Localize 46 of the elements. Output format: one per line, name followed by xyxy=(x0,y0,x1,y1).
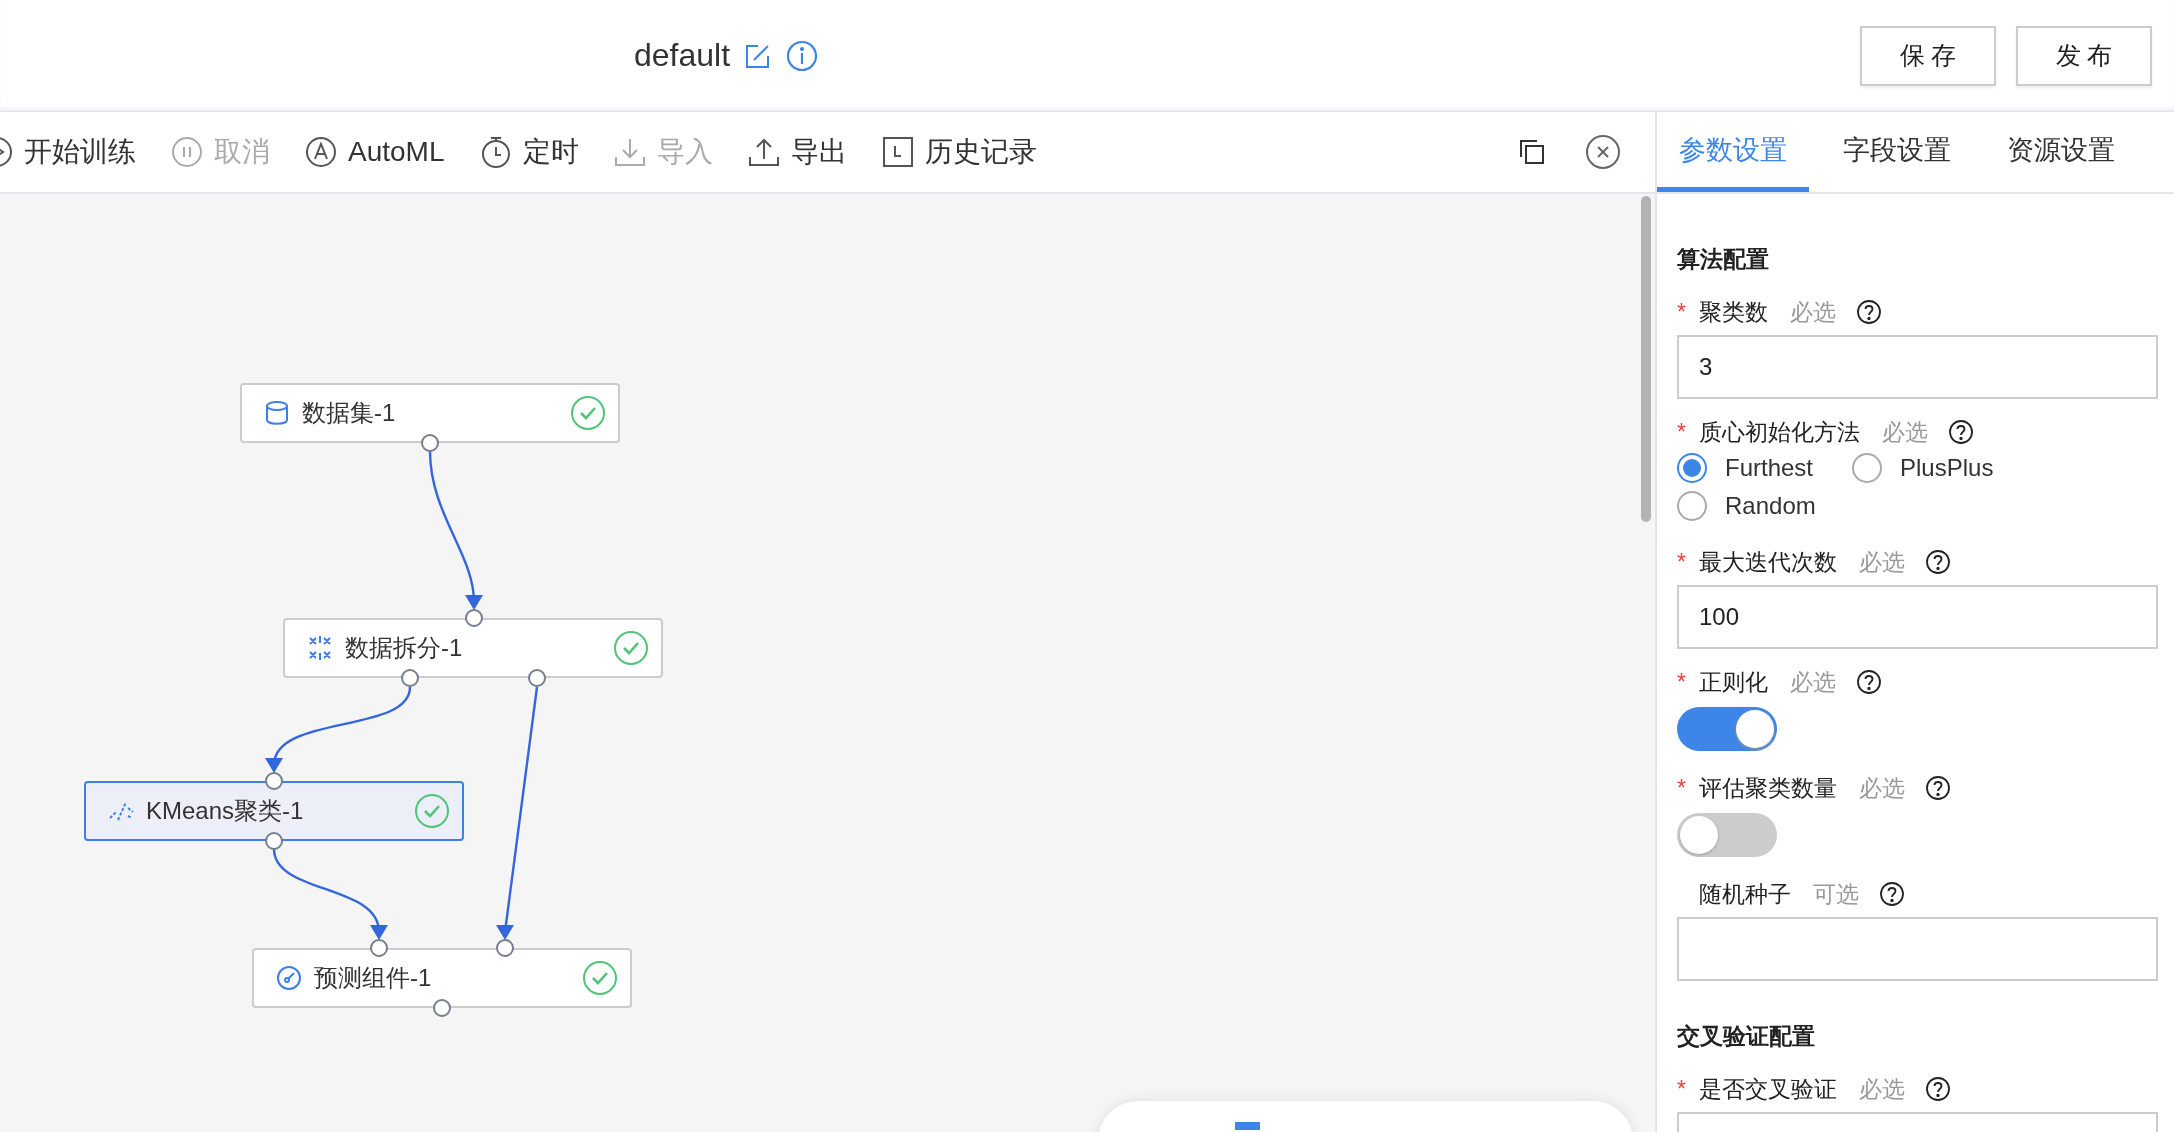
required-mark: * xyxy=(1677,668,1686,695)
node-label: 预测组件-1 xyxy=(314,963,433,993)
required-mark: * xyxy=(1677,418,1686,445)
panel-tab[interactable]: 字段设置 xyxy=(1821,112,1973,192)
panel-tab[interactable]: 资源设置 xyxy=(1985,112,2137,192)
node-label: 数据集-1 xyxy=(302,398,397,428)
field-label: 是否交叉验证 xyxy=(1699,1074,1837,1104)
toolbar-button[interactable]: 导出 xyxy=(746,133,847,171)
toolbar-button[interactable]: 定时 xyxy=(478,133,579,171)
field-hint: 可选 xyxy=(1813,879,1859,909)
page-title: default xyxy=(634,37,731,74)
flow-node[interactable]: KMeans聚类-1 xyxy=(84,781,464,841)
toolbar-button[interactable]: 开始训练 xyxy=(0,133,136,171)
field-label: 正则化 xyxy=(1699,667,1768,697)
flow-node[interactable]: 数据拆分-1 xyxy=(283,618,663,678)
field-hint: 必选 xyxy=(1859,1074,1905,1104)
required-mark: * xyxy=(1677,1075,1686,1102)
field-hint: 必选 xyxy=(1859,773,1905,803)
field-label: 最大迭代次数 xyxy=(1699,547,1837,577)
toolbar-button[interactable]: AutoML xyxy=(304,135,445,169)
required-mark: * xyxy=(1677,298,1686,325)
panel-tab[interactable]: 参数设置 xyxy=(1657,112,1809,192)
field-hint: 必选 xyxy=(1790,297,1836,327)
header-button[interactable]: 保 存 xyxy=(1860,25,1996,86)
field-hint: 必选 xyxy=(1790,667,1836,697)
radio-option[interactable]: PlusPlus xyxy=(1852,453,2027,483)
radio-option[interactable]: Random xyxy=(1677,491,1852,521)
input-field[interactable]: 100 xyxy=(1677,585,2158,649)
field-label: 随机种子 xyxy=(1699,879,1791,909)
required-mark: * xyxy=(1677,548,1686,575)
header-button[interactable]: 发 布 xyxy=(2016,25,2152,86)
field-hint: 必选 xyxy=(1859,547,1905,577)
node-label: KMeans聚类-1 xyxy=(146,796,305,826)
field-label: 聚类数 xyxy=(1699,297,1768,327)
section-title: 交叉验证配置 xyxy=(1677,1022,1816,1051)
input-field[interactable]: 3 xyxy=(1677,335,2158,399)
toolbar-button[interactable]: 历史记录 xyxy=(880,133,1037,171)
field-label: 质心初始化方法 xyxy=(1699,417,1860,447)
section-title: 算法配置 xyxy=(1677,245,1770,274)
node-label: 数据拆分-1 xyxy=(345,633,464,663)
radio-option[interactable]: Furthest xyxy=(1677,453,1852,483)
flow-node[interactable]: 数据集-1 xyxy=(240,383,620,443)
field-label: 评估聚类数量 xyxy=(1699,773,1837,803)
field-hint: 必选 xyxy=(1882,417,1928,447)
flow-node[interactable]: 预测组件-1 xyxy=(252,948,632,1008)
required-mark: * xyxy=(1677,774,1686,801)
